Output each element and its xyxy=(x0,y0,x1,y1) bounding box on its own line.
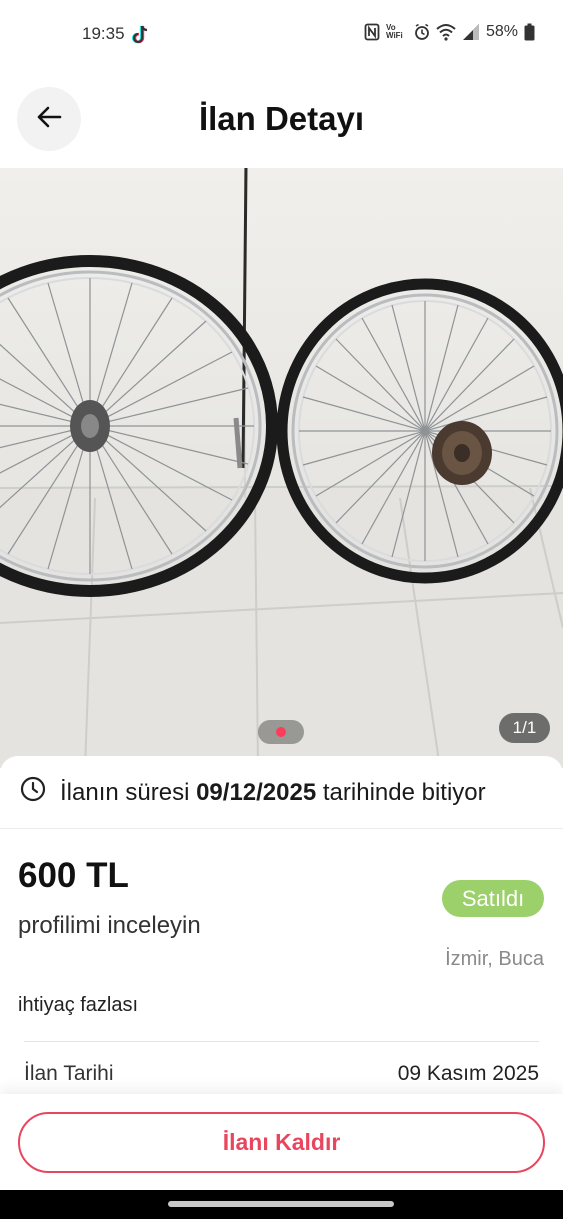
status-badge: Satıldı xyxy=(442,880,544,917)
wifi-icon xyxy=(436,23,456,41)
listing-price: 600 TL xyxy=(18,856,129,895)
status-time: 19:35 xyxy=(82,24,125,43)
battery-percent: 58% xyxy=(485,23,518,40)
status-bar: 19:35 Vo WiFi 58% xyxy=(0,0,563,70)
remove-listing-button[interactable]: İlanı Kaldır xyxy=(18,1112,545,1173)
divider xyxy=(24,1041,539,1042)
nfc-icon xyxy=(364,23,380,41)
expiry-date: 09/12/2025 xyxy=(196,778,317,806)
listing-location: İzmir, Buca xyxy=(445,948,544,970)
vowifi-bottom: WiFi xyxy=(385,31,403,40)
listing-subtitle: profilimi inceleyin xyxy=(18,912,201,939)
listing-photo[interactable]: 1/1 xyxy=(0,168,563,768)
listing-date-label: İlan Tarihi xyxy=(24,1062,114,1085)
active-dot[interactable] xyxy=(276,727,286,737)
divider xyxy=(0,828,563,829)
system-nav-bar xyxy=(0,1190,563,1219)
expiry-notice: İlanın süresi 09/12/2025 tarihinde bitiy… xyxy=(20,776,486,809)
listing-date-value: 09 Kasım 2025 xyxy=(397,1062,539,1085)
vowifi-icon: Vo WiFi xyxy=(386,24,408,40)
battery-icon xyxy=(524,23,535,41)
tiktok-icon xyxy=(131,24,151,46)
page-title: İlan Detayı xyxy=(198,100,365,137)
alarm-icon xyxy=(414,23,430,41)
expiry-suffix: tarihinde bitiyor xyxy=(322,778,486,806)
home-indicator[interactable] xyxy=(168,1201,394,1207)
listing-details: İlanın süresi 09/12/2025 tarihinde bitiy… xyxy=(0,756,563,1096)
expiry-prefix: İlanın süresi xyxy=(60,778,190,806)
action-bar: İlanı Kaldır xyxy=(0,1094,563,1190)
app-header: İlan Detayı xyxy=(0,70,563,168)
image-counter: 1/1 xyxy=(499,713,550,743)
status-icons: Vo WiFi 58% xyxy=(364,23,535,41)
clock-icon xyxy=(20,776,46,809)
bicycle-wheels-image xyxy=(0,168,563,768)
gallery-dots xyxy=(258,720,304,744)
listing-description: ihtiyaç fazlası xyxy=(18,994,139,1016)
signal-icon xyxy=(462,23,480,41)
